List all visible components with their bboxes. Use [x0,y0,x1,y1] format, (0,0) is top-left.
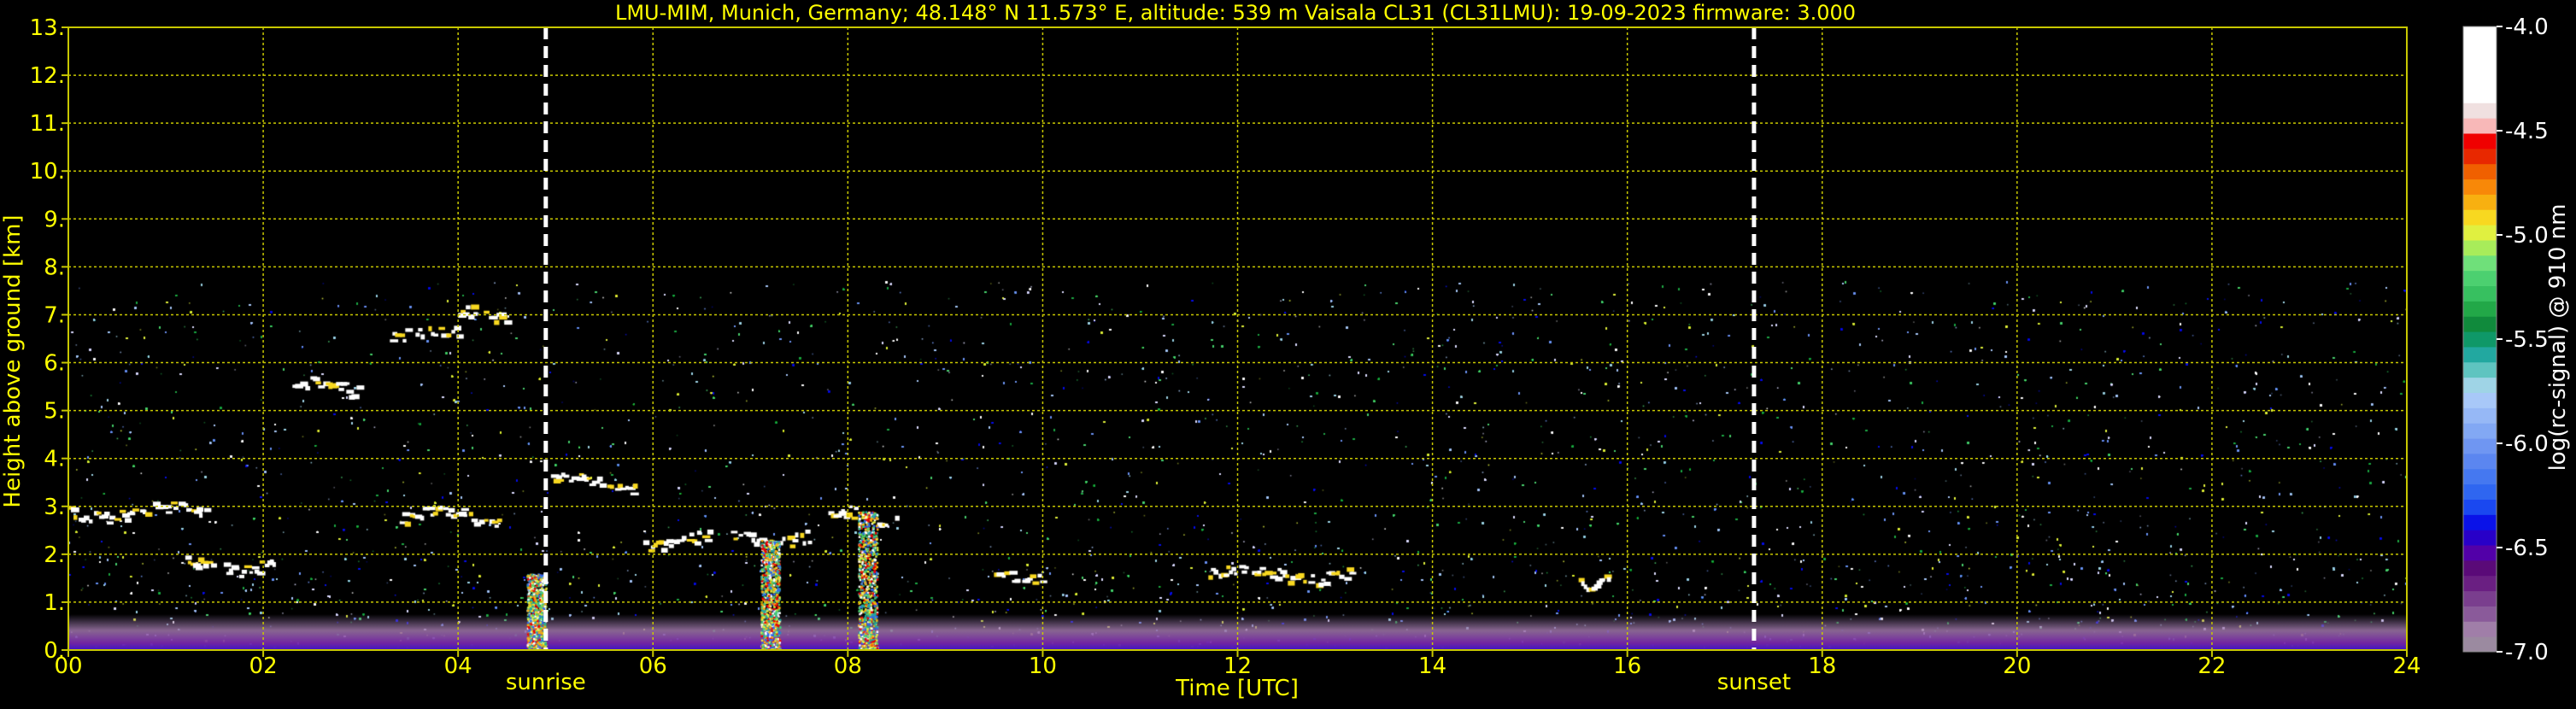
y-tick-label: 2. [44,542,65,568]
colorbar-tick-label: -6.5 [2505,536,2549,561]
colorbar-tick-label: -5.5 [2505,327,2549,353]
colorbar-segment [2463,209,2497,226]
y-tick-label: 13. [30,15,65,41]
colorbar-segment [2463,590,2497,606]
colorbar-segment [2463,530,2497,546]
y-tick-label: 4. [44,447,65,472]
y-tick-label: 10. [30,159,65,185]
colorbar-segment [2463,72,2497,88]
colorbar-tick-label: -6.0 [2505,431,2549,457]
x-tick-label: 22 [2198,653,2226,679]
y-tick-label: 12. [30,63,65,89]
colorbar-segment [2463,301,2497,317]
colorbar-segment [2463,103,2497,119]
colorbar-segment [2463,407,2497,424]
colorbar-segment [2463,514,2497,530]
x-tick-label: 14 [1418,653,1446,679]
x-axis-label: Time [UTC] [1175,676,1299,701]
colorbar-segment [2463,392,2497,408]
colorbar-segment [2463,346,2497,363]
colorbar-segment [2463,560,2497,577]
x-tick-label: 02 [249,653,278,679]
colorbar-tick-label: -4.5 [2505,119,2549,144]
y-axis-label: Height above ground [km] [0,214,26,507]
colorbar-tick-label: -5.0 [2505,223,2549,249]
colorbar-segment [2463,636,2497,653]
colorbar-segment [2463,453,2497,470]
colorbar-segment [2463,285,2497,302]
ceilometer-chart: sunrise sunset 00 02 04 06 08 10 12 14 16 18 20 22 24… [0,0,2576,706]
colorbar-label: log(rc-signal) @ 910 nm [2545,204,2571,472]
colorbar-segment [2463,499,2497,515]
colorbar-segment [2463,438,2497,454]
colorbar-segment [2463,255,2497,272]
colorbar-segment [2463,163,2497,180]
x-tick-label: 10 [1029,653,1057,679]
sunset-label: sunset [1717,670,1791,695]
x-tick-label: 16 [1613,653,1641,679]
colorbar-segment [2463,41,2497,58]
y-tick-label: 7. [44,302,65,328]
colorbar-segment [2463,423,2497,439]
colorbar-segment [2463,621,2497,637]
colorbar-segment [2463,606,2497,622]
colorbar-tick-label: -7.0 [2505,640,2549,665]
colorbar-segment [2463,575,2497,592]
colorbar-segment [2463,118,2497,134]
colorbar-segment [2463,132,2497,149]
colorbar-tick-label: -4.0 [2505,15,2549,40]
colorbar-segment [2463,148,2497,165]
colorbar-segment [2463,361,2497,378]
y-tick-label: 11. [30,111,65,137]
colorbar-segment [2463,483,2497,500]
y-tick-label: 9. [44,207,65,232]
x-tick-label: 18 [1808,653,1836,679]
colorbar-segment [2463,468,2497,485]
sunrise-label: sunrise [506,670,586,695]
x-tick-label: 04 [444,653,472,679]
chart-title: LMU-MIM, Munich, Germany; 48.148° N 11.5… [615,1,1856,25]
x-tick-label: 06 [639,653,667,679]
colorbar-segment [2463,179,2497,195]
chart-svg: sunrise sunset 00 02 04 06 08 10 12 14 16 18 20 22 24… [0,0,2576,706]
y-tick-label: 3. [44,495,65,520]
colorbar-segment [2463,239,2497,256]
y-tick-label: 8. [44,255,65,280]
colorbar-segment [2463,56,2497,73]
colorbar-segment [2463,331,2497,348]
y-tick-label: 1. [44,590,65,616]
x-tick-label: 24 [2392,653,2421,679]
colorbar-segment [2463,316,2497,332]
colorbar-segment [2463,194,2497,210]
colorbar-segment [2463,225,2497,241]
colorbar-segment [2463,270,2497,287]
colorbar-segment [2463,545,2497,561]
colorbar-segment [2463,26,2497,43]
x-tick-label: 20 [2003,653,2031,679]
y-tick-label: 0. [44,638,65,664]
y-tick-label: 5. [44,399,65,425]
x-tick-label: 08 [834,653,862,679]
y-tick-label: 6. [44,351,65,377]
colorbar-segment [2463,377,2497,393]
colorbar-segment [2463,87,2497,103]
